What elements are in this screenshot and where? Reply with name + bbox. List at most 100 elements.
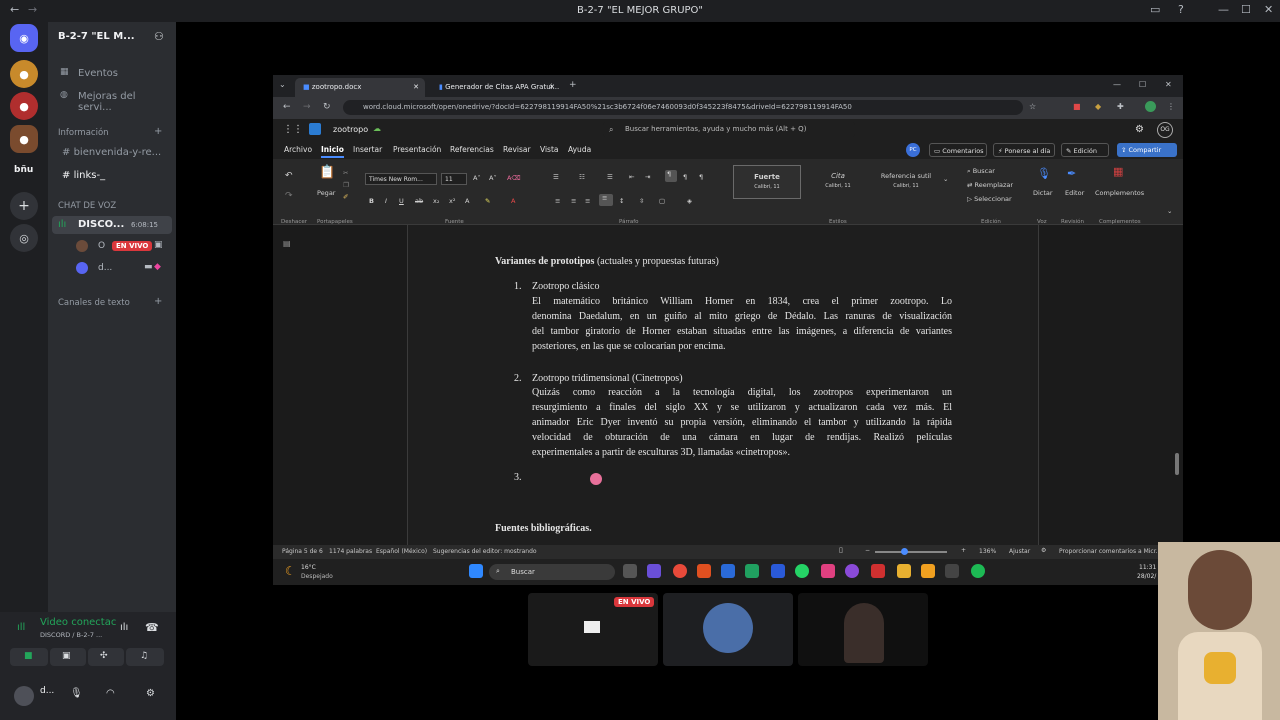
underline-icon[interactable]: U <box>399 197 404 205</box>
style-subtle-reference[interactable]: Referencia sutil Calibri, 11 <box>873 165 939 199</box>
focus-icon[interactable]: ▯ <box>839 546 843 554</box>
category-voice[interactable]: CHAT DE VOZ <box>58 201 116 211</box>
document-name[interactable]: zootropo <box>333 125 368 134</box>
document-page[interactable]: Variantes de prototipos (actuales y prop… <box>407 225 1039 545</box>
borders-icon[interactable]: ▢ <box>659 197 665 205</box>
shrink-font-icon[interactable]: A˅ <box>489 174 497 182</box>
minimize-icon[interactable]: — <box>1113 80 1121 89</box>
catch-up-button[interactable]: ⚡ Ponerse al día <box>993 143 1055 157</box>
tab-referencias[interactable]: Referencias <box>450 145 494 154</box>
participant-tile-avatar[interactable] <box>663 593 793 666</box>
copilot-icon[interactable] <box>647 564 661 578</box>
addins-icon[interactable]: ▦ <box>1113 165 1123 178</box>
settings-gear-icon[interactable]: ⚙ <box>1135 124 1144 135</box>
undo-icon[interactable]: ↶ <box>285 171 293 181</box>
participant-tile-camera[interactable] <box>798 593 928 666</box>
tab-vista[interactable]: Vista <box>540 145 559 154</box>
collapse-ribbon-icon[interactable]: ⌄ <box>1167 207 1172 215</box>
editor-pen-icon[interactable]: ✒ <box>1067 167 1076 180</box>
bullets-icon[interactable]: ☰ <box>553 173 559 181</box>
zoom-out-icon[interactable]: − <box>865 547 870 554</box>
zoom-in-icon[interactable]: + <box>961 547 966 554</box>
camera-button[interactable]: ■ <box>10 648 48 666</box>
multilevel-list-icon[interactable]: ☰ <box>607 173 613 181</box>
replace-item[interactable]: ⇄ Reemplazar <box>967 181 1013 189</box>
server-icon-1[interactable]: ● <box>10 60 38 88</box>
font-size-select[interactable]: 11 <box>441 173 467 185</box>
align-center-icon[interactable]: ≡ <box>571 197 576 205</box>
increase-indent-icon[interactable]: ⇥ <box>645 173 650 181</box>
app-icon[interactable] <box>845 564 859 578</box>
copy-icon[interactable]: ❐ <box>343 181 349 189</box>
add-server-icon[interactable]: + <box>10 192 38 220</box>
menu-dots-icon[interactable]: ⋮ <box>1167 102 1175 111</box>
zoom-slider[interactable] <box>875 551 947 553</box>
close-icon[interactable]: ✕ <box>1165 80 1172 89</box>
line-spacing-icon[interactable]: ↕ <box>619 197 624 205</box>
headphones-icon[interactable]: ◠ <box>106 688 115 699</box>
find-item[interactable]: ⌕ Buscar <box>967 167 995 176</box>
inbox-icon[interactable]: ▭ <box>1150 3 1160 16</box>
zoom-slider-thumb[interactable] <box>901 548 908 555</box>
spotify-icon[interactable] <box>971 564 985 578</box>
discord-home-icon[interactable]: ◉ <box>10 24 38 52</box>
category-info[interactable]: Información <box>58 128 109 138</box>
help-icon[interactable]: ? <box>1178 3 1184 16</box>
tab-insertar[interactable]: Insertar <box>353 145 382 154</box>
improvements-item[interactable]: ◍ Mejoras del servi... <box>52 87 172 113</box>
redo-icon[interactable]: ↷ <box>285 191 293 201</box>
app-icon[interactable] <box>821 564 835 578</box>
language[interactable]: Español (México) <box>376 548 427 555</box>
editing-mode-button[interactable]: ✎ Edición <box>1061 143 1109 157</box>
tab-citation-generator[interactable]: ▮ Generador de Citas APA Gratui... ✕ <box>431 78 561 97</box>
select-item[interactable]: ▷ Seleccionar <box>967 195 1012 203</box>
events-item[interactable]: ▦ Eventos <box>52 64 172 82</box>
tab-zootropo[interactable]: ■ zootropo.docx ✕ <box>295 78 425 97</box>
windows-start-icon[interactable] <box>469 564 483 578</box>
app-icon[interactable] <box>871 564 885 578</box>
tab-revisar[interactable]: Revisar <box>503 145 531 154</box>
back-icon[interactable]: ← <box>283 102 291 112</box>
word-icon[interactable] <box>721 564 735 578</box>
microphone-icon[interactable]: 🎙 <box>1037 167 1051 180</box>
profile-icon[interactable] <box>1145 101 1156 112</box>
style-quote[interactable]: Cita Calibri, 11 <box>805 165 871 199</box>
addins-label[interactable]: Complementos <box>1095 189 1144 197</box>
italic-icon[interactable]: I <box>385 197 387 205</box>
styles-more-icon[interactable]: ⌄ <box>943 175 948 183</box>
search-box[interactable]: ⌕ Buscar herramientas, ayuda y mucho más… <box>603 122 855 137</box>
text-effects-icon[interactable]: A <box>465 197 469 205</box>
close-tab-icon[interactable]: ✕ <box>413 83 419 91</box>
maximize-icon[interactable]: ☐ <box>1139 80 1146 89</box>
chrome-icon[interactable] <box>673 564 687 578</box>
fit-button[interactable]: Ajustar <box>1009 548 1030 555</box>
star-icon[interactable]: ☆ <box>1029 102 1036 111</box>
share-button[interactable]: ⇪ Compartir <box>1117 143 1177 157</box>
feedback-link[interactable]: Proporcionar comentarios a Micr... <box>1059 548 1161 555</box>
taskbar-search[interactable]: ⌕ Buscar <box>489 564 615 580</box>
disconnect-icon[interactable]: ☎ <box>145 621 159 634</box>
shading-icon[interactable]: ◈ <box>687 197 692 205</box>
paste-label[interactable]: Pegar <box>317 189 335 197</box>
task-view-icon[interactable] <box>623 564 637 578</box>
minimize-icon[interactable]: — <box>1218 3 1229 16</box>
extensions-puzzle-icon[interactable]: ✚ <box>1117 102 1124 111</box>
noise-suppression-icon[interactable]: ılı <box>120 622 128 633</box>
avatar[interactable] <box>14 686 34 706</box>
server-folder-label[interactable]: bñu <box>14 165 33 175</box>
bold-icon[interactable]: B <box>369 197 374 205</box>
font-color-icon[interactable]: A <box>511 197 515 205</box>
justify-icon[interactable]: ≡ <box>599 194 613 206</box>
dictate-label[interactable]: Dictar <box>1033 189 1053 197</box>
soundboard-button[interactable]: ♫ <box>126 648 164 666</box>
whatsapp-icon[interactable] <box>795 564 809 578</box>
clear-format-icon[interactable]: A⌫ <box>507 174 521 182</box>
close-icon[interactable]: ✕ <box>1264 3 1273 16</box>
activities-button[interactable]: ✣ <box>88 648 124 666</box>
server-name[interactable]: B-2-7 "EL M... <box>58 31 135 42</box>
numbering-icon[interactable]: ☷ <box>579 173 585 181</box>
account-avatar[interactable]: OG <box>1157 122 1173 138</box>
tab-archivo[interactable]: Archivo <box>284 145 312 154</box>
reload-icon[interactable]: ↻ <box>323 102 331 112</box>
font-name-select[interactable]: Times New Rom... <box>365 173 437 185</box>
